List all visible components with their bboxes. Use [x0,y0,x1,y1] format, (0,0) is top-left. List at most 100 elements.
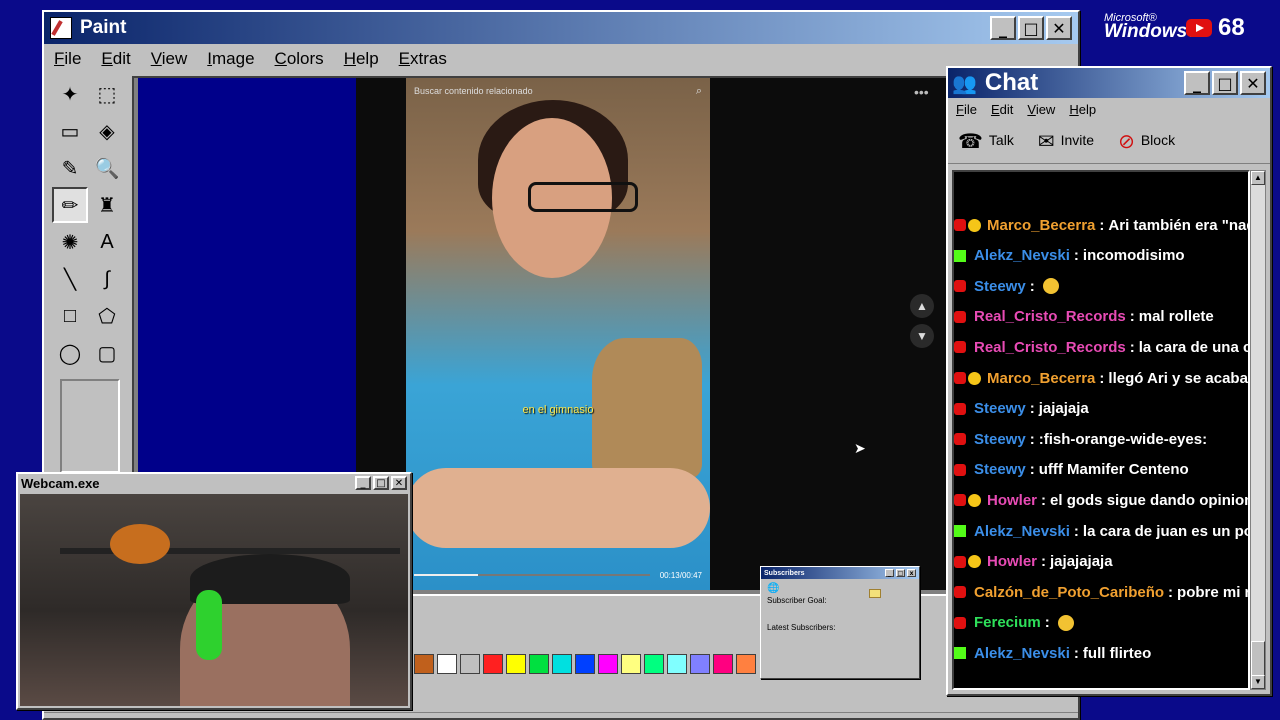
webcam-close-button[interactable]: ✕ [391,476,407,490]
rect-select-tool-icon[interactable]: ⬚ [89,76,125,112]
polygon-tool-icon[interactable]: ⬠ [89,298,125,334]
curve-tool-icon[interactable]: ∫ [89,261,125,297]
chat-username[interactable]: Marco_Becerra [987,217,1095,234]
palette-swatch[interactable] [529,654,549,674]
chevron-up-icon[interactable]: ▲ [910,294,934,318]
airbrush-tool-icon[interactable]: ✺ [52,224,88,260]
chat-username[interactable]: Alekz_Nevski [974,645,1070,662]
webcam-minimize-button[interactable]: _ [355,476,371,490]
paint-titlebar[interactable]: Paint _ □ ✕ [44,12,1078,44]
fill-tool-icon[interactable]: ◈ [89,113,125,149]
palette-swatch[interactable] [437,654,457,674]
chat-minimize-button[interactable]: _ [1184,71,1210,95]
free-select-tool-icon[interactable]: ✦ [52,76,88,112]
chat-scrollbar[interactable]: ▲ ▼ [1250,170,1266,690]
chat-username[interactable]: Steewy [974,461,1026,478]
chat-username[interactable]: Alekz_Nevski [974,523,1070,540]
subs-minimize-button[interactable]: _ [885,569,894,577]
palette-swatch[interactable] [460,654,480,674]
chat-username[interactable]: Steewy [974,431,1026,448]
webcam-maximize-button[interactable]: □ [373,476,389,490]
scroll-down-icon[interactable]: ▼ [1251,675,1265,689]
video-progress-track[interactable] [414,574,650,576]
menu-image[interactable]: Image [207,49,254,69]
subscribers-titlebar[interactable]: Subscribers _ □ x [761,567,919,579]
subs-close-button[interactable]: x [907,569,916,577]
pencil-tool-icon[interactable]: ✏ [52,187,88,223]
video-player[interactable]: Buscar contenido relacionado ⌕ en el gim… [406,78,710,590]
chat-menu-file[interactable]: File [956,102,977,117]
chat-log[interactable]: Marco_Becerra:Ari también era "nada " Ale… [952,170,1250,690]
chat-username[interactable]: Marco_Becerra [987,370,1095,387]
chat-username[interactable]: Steewy [974,278,1026,295]
ellipse-tool-icon[interactable]: ◯ [52,335,88,371]
maximize-button[interactable]: □ [1018,16,1044,40]
text-tool-icon[interactable]: A [89,224,125,260]
color-picker-tool-icon[interactable]: ✎ [52,150,88,186]
talk-button[interactable]: ☎ Talk [958,129,1014,154]
chat-username[interactable]: Real_Cristo_Records [974,308,1126,325]
tool-options-panel[interactable] [60,379,120,473]
palette-swatch[interactable] [483,654,503,674]
palette-swatch[interactable] [713,654,733,674]
chat-separator: : [1044,614,1050,632]
youtube-badge-icon [954,280,966,293]
search-icon[interactable]: ⌕ [696,85,702,98]
minimize-button[interactable]: _ [990,16,1016,40]
menu-view[interactable]: View [151,49,188,69]
chat-maximize-button[interactable]: □ [1212,71,1238,95]
block-button[interactable]: ⊘ Block [1118,129,1175,154]
chat-separator: : [1129,308,1135,326]
chat-username[interactable]: Steewy [974,400,1026,417]
chat-username[interactable]: Calzón_de_Poto_Caribeño [974,584,1164,601]
chat-username[interactable]: Howler [987,492,1037,509]
chevron-down-icon[interactable]: ▼ [910,324,934,348]
webcam-title: Webcam.exe [21,475,100,491]
viewer-counter: 68 [1186,14,1245,42]
chat-menu-help[interactable]: Help [1069,102,1096,117]
youtube-badge-icon [954,555,966,568]
rounded-rectangle-tool-icon[interactable]: ▢ [89,335,125,371]
chat-message: Marco_Becerra:Ari también era "nada " [954,210,1248,240]
rectangle-tool-icon[interactable]: □ [52,298,88,334]
chat-username[interactable]: Howler [987,553,1037,570]
palette-swatch[interactable] [736,654,756,674]
palette-swatch[interactable] [552,654,572,674]
menu-help[interactable]: Help [344,49,379,69]
webcam-titlebar[interactable]: Webcam.exe _ □ ✕ [18,474,410,492]
menu-file[interactable]: File [54,49,81,69]
line-tool-icon[interactable]: ╲ [52,261,88,297]
palette-swatch[interactable] [667,654,687,674]
youtube-badge-icon [954,372,966,384]
chat-username[interactable]: Real_Cristo_Records [974,339,1126,356]
eraser-tool-icon[interactable]: ▭ [52,113,88,149]
scroll-up-icon[interactable]: ▲ [1251,171,1265,185]
video-progress[interactable]: 00:13/00:47 [406,568,710,582]
chat-separator: : [1029,461,1035,479]
chat-username[interactable]: Alekz_Nevski [974,247,1070,264]
subs-maximize-button[interactable]: □ [896,569,905,577]
chat-menu-view[interactable]: View [1027,102,1055,117]
palette-swatch[interactable] [644,654,664,674]
chat-message: Ferecium: [954,608,1074,638]
menu-extras[interactable]: Extras [399,49,447,69]
magnifier-tool-icon[interactable]: 🔍 [89,150,125,186]
menu-colors[interactable]: Colors [275,49,324,69]
invite-button[interactable]: ✉ Invite [1038,129,1094,154]
chat-close-button[interactable]: ✕ [1240,71,1266,95]
palette-swatch[interactable] [598,654,618,674]
menu-edit[interactable]: Edit [101,49,130,69]
palette-swatch[interactable] [414,654,434,674]
chat-username[interactable]: Ferecium [974,614,1041,631]
close-button[interactable]: ✕ [1046,16,1072,40]
brush-tool-icon[interactable]: ♜ [89,187,125,223]
palette-swatch[interactable] [575,654,595,674]
more-options-icon[interactable]: ••• [914,84,929,100]
chat-menubar: File Edit View Help [948,98,1270,120]
video-search-bar[interactable]: Buscar contenido relacionado ⌕ [414,82,702,100]
palette-swatch[interactable] [690,654,710,674]
palette-swatch[interactable] [506,654,526,674]
palette-swatch[interactable] [621,654,641,674]
chat-menu-edit[interactable]: Edit [991,102,1013,117]
chat-titlebar[interactable]: 👥 Chat _ □ ✕ [948,68,1270,98]
